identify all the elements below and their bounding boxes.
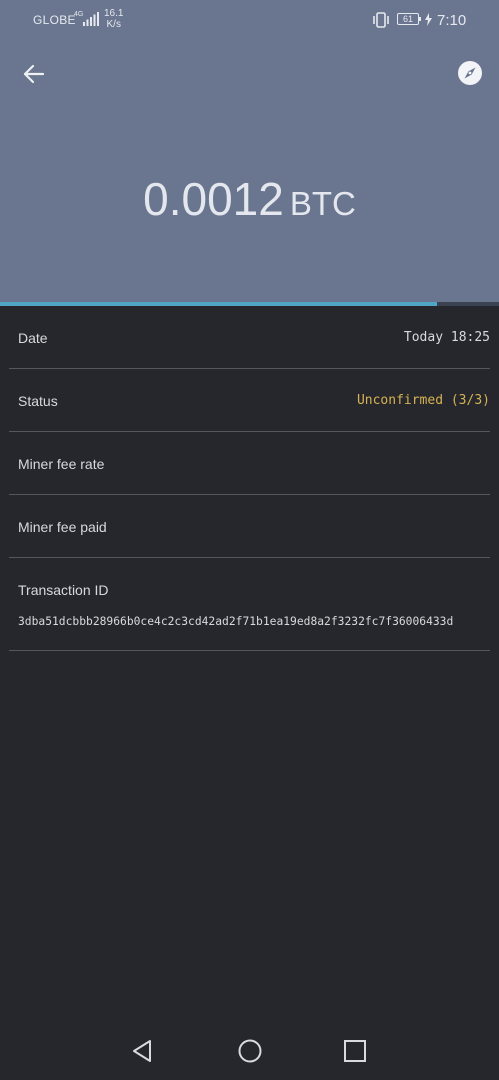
- clock: 7:10: [437, 12, 467, 29]
- triangle-back-icon[interactable]: [130, 1038, 156, 1064]
- square-recents-icon[interactable]: [342, 1038, 368, 1064]
- date-value: Today 18:25: [403, 330, 490, 345]
- fee-paid-label: Miner fee paid: [18, 519, 107, 535]
- circle-home-icon[interactable]: [237, 1038, 263, 1064]
- fee-rate-label: Miner fee rate: [18, 456, 105, 472]
- system-navigation-bar: [0, 1024, 499, 1080]
- charging-bolt-icon: [425, 13, 432, 26]
- battery-level: 61: [402, 14, 413, 24]
- network-speed-unit: K/s: [106, 19, 121, 30]
- transaction-amount: 0.0012 BTC: [0, 172, 499, 226]
- status-value: Unconfirmed (3/3): [356, 393, 490, 408]
- status-bar: GLOBE 4G 16.1 K/s 61 7:10: [0, 0, 499, 40]
- detail-row-fee-paid: Miner fee paid: [9, 495, 490, 558]
- network-type: 4G: [74, 11, 84, 18]
- detail-row-transaction-id[interactable]: Transaction ID 3dba51dcbbb28966b0ce4c2c3…: [9, 558, 490, 651]
- network-speed-value: 16.1: [104, 8, 124, 19]
- transaction-id-value[interactable]: 3dba51dcbbb28966b0ce4c2c3cd42ad2f71b1ea1…: [18, 614, 490, 629]
- signal-strength-icon: [83, 12, 99, 26]
- amount-unit: BTC: [289, 185, 356, 222]
- compass-icon[interactable]: [457, 60, 483, 86]
- detail-row-date: Date Today 18:25: [9, 306, 490, 369]
- transaction-details-list: Date Today 18:25 Status Unconfirmed (3/3…: [0, 306, 499, 651]
- status-label: Status: [18, 393, 58, 409]
- arrow-left-icon[interactable]: [18, 58, 50, 90]
- amount-header: GLOBE 4G 16.1 K/s 61 7:10 0.0012 BTC: [0, 0, 499, 302]
- network-speed: 16.1 K/s: [104, 8, 123, 30]
- vibrate-icon: [373, 12, 389, 28]
- detail-row-status: Status Unconfirmed (3/3): [9, 369, 490, 432]
- carrier-name: GLOBE: [33, 13, 76, 27]
- battery-icon: 61: [397, 13, 421, 25]
- amount-value: 0.0012: [143, 173, 284, 225]
- date-label: Date: [18, 330, 48, 346]
- transaction-detail-screen: GLOBE 4G 16.1 K/s 61 7:10 0.0012 BTC Dat…: [0, 0, 499, 1080]
- transaction-id-label: Transaction ID: [18, 582, 109, 598]
- detail-row-fee-rate: Miner fee rate: [9, 432, 490, 495]
